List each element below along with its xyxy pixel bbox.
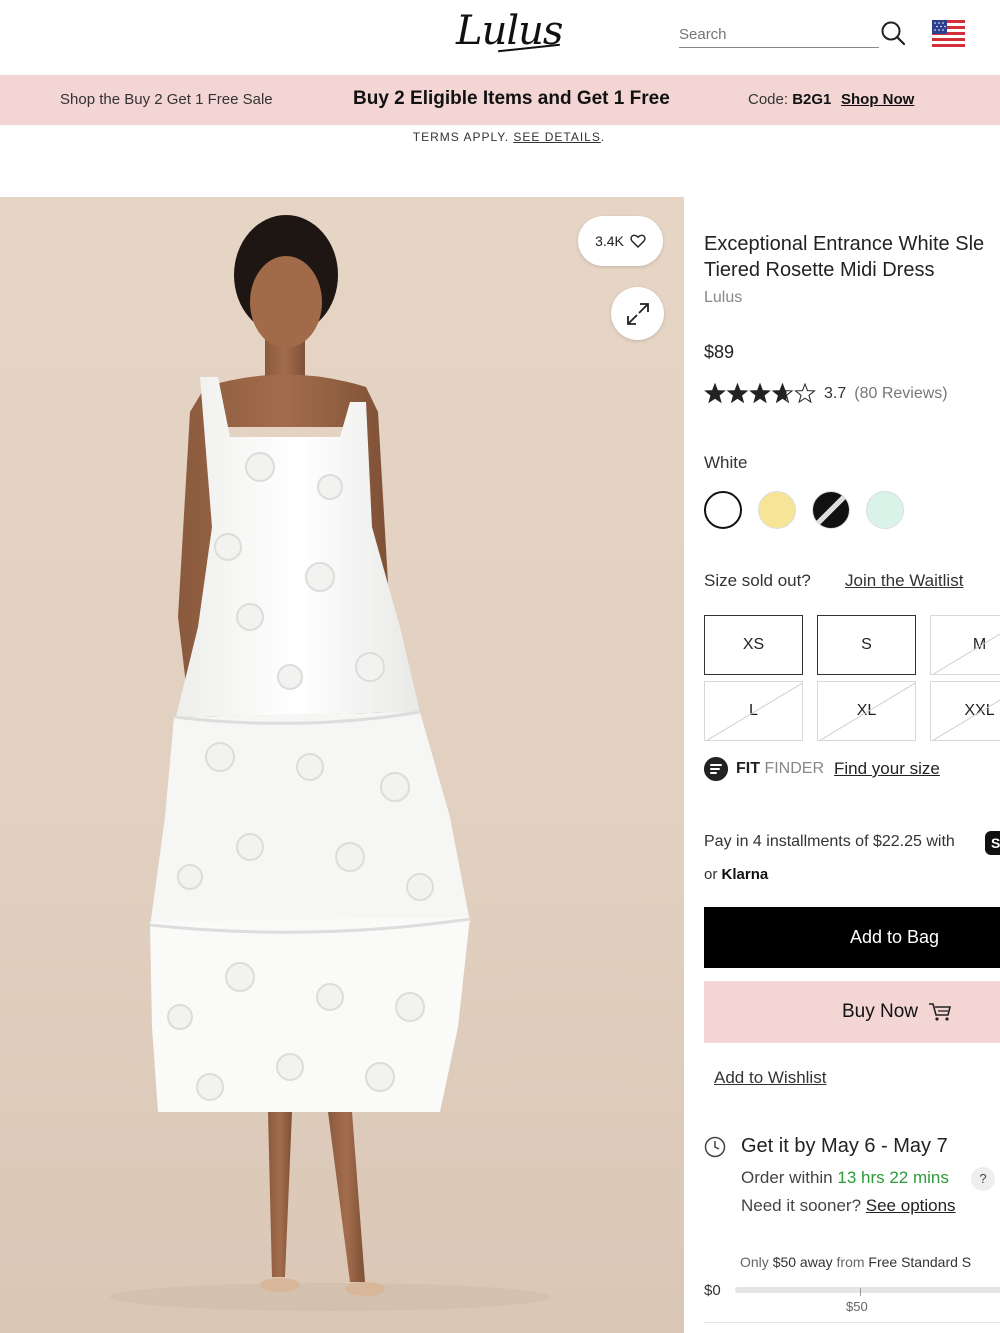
star-2 <box>726 383 749 404</box>
star-1 <box>704 383 726 404</box>
size-option-l[interactable]: L <box>704 681 803 741</box>
expand-icon <box>626 302 649 325</box>
klarna-line[interactable]: or Klarna <box>704 866 768 883</box>
shipping-goal-label: $50 <box>846 1299 868 1314</box>
buy-now-button[interactable]: Buy Now <box>704 981 1000 1043</box>
order-cutoff: Order within 13 hrs 22 mins <box>741 1168 949 1188</box>
fit-finder-icon <box>704 757 728 781</box>
site-header: Lulus <box>0 0 1000 75</box>
color-swatch-yellow[interactable] <box>758 491 796 529</box>
ship-from: from <box>836 1254 865 1270</box>
promo-banner: Shop the Buy 2 Get 1 Free Sale Buy 2 Eli… <box>0 75 1000 125</box>
see-details-link[interactable]: SEE DETAILS <box>513 130 600 144</box>
size-option-s[interactable]: S <box>817 615 916 675</box>
terms-text: TERMS APPLY. <box>412 130 510 144</box>
klarna-logo: Klarna <box>721 866 769 883</box>
shipping-progress-track <box>735 1287 1000 1293</box>
klarna-prefix: or <box>704 866 718 883</box>
search-field[interactable] <box>679 22 879 48</box>
see-options-link[interactable]: See options <box>866 1196 956 1215</box>
star-rating-icon <box>704 383 816 404</box>
delivery-estimate: Get it by May 6 - May 7 <box>741 1135 948 1157</box>
size-label: XL <box>856 702 877 719</box>
shipping-start-label: $0 <box>704 1282 721 1299</box>
color-swatch-mint[interactable] <box>866 491 904 529</box>
color-swatch-white[interactable] <box>704 491 742 529</box>
size-label: L <box>749 702 758 719</box>
ship-free-label: Free Standard S <box>868 1254 972 1270</box>
ship-only: Only <box>740 1254 769 1270</box>
star-4 <box>771 383 794 404</box>
star-3 <box>749 383 771 404</box>
star-5 <box>794 383 816 404</box>
order-time-remaining: 13 hrs 22 mins <box>837 1168 949 1187</box>
promo-headline: Buy 2 Eligible Items and Get 1 Free <box>353 88 670 109</box>
size-option-m[interactable]: M <box>930 615 1000 675</box>
size-label: XXL <box>964 702 995 719</box>
rating-value: 3.7 <box>824 385 847 402</box>
expand-image-button[interactable] <box>611 287 664 340</box>
size-label: XS <box>742 636 765 653</box>
cart-icon <box>929 1003 952 1021</box>
size-option-xs[interactable]: XS <box>704 615 803 675</box>
model-in-dress-illustration <box>110 215 550 1311</box>
search-icon[interactable] <box>880 20 906 46</box>
product-title: Exceptional Entrance White Sle Tiered Ro… <box>704 231 1000 283</box>
promo-code-value: B2G1 <box>792 91 832 108</box>
divider <box>704 1322 1000 1323</box>
rating-summary[interactable]: 3.7 (80 Reviews) <box>704 383 948 405</box>
color-label: White <box>704 453 748 472</box>
installments-text: Pay in 4 installments of $22.25 with <box>704 833 955 850</box>
terms-line: TERMS APPLY. SEE DETAILS. <box>412 130 606 144</box>
us-flag-icon[interactable] <box>932 20 965 47</box>
likes-count: 3.4K <box>595 233 624 249</box>
size-option-xxl[interactable]: XXL <box>930 681 1000 741</box>
product-image[interactable] <box>0 197 684 1333</box>
color-swatch-black[interactable] <box>812 491 850 529</box>
shop-now-link[interactable]: Shop Now <box>841 91 914 108</box>
clock-icon <box>704 1136 726 1158</box>
ship-amount-away: $50 away <box>772 1254 833 1270</box>
join-waitlist-link[interactable]: Join the Waitlist <box>845 571 963 591</box>
add-to-wishlist-link[interactable]: Add to Wishlist <box>714 1068 826 1088</box>
sooner-text: Need it sooner? <box>741 1196 862 1215</box>
product-title-line1: Exceptional Entrance White Sle <box>704 233 985 255</box>
product-price: $89 <box>704 342 735 362</box>
finder-label: FINDER <box>764 760 825 777</box>
need-sooner: Need it sooner? See options <box>741 1196 956 1216</box>
like-button[interactable]: 3.4K <box>578 216 663 266</box>
promo-code: Code: B2G1 <box>748 91 831 108</box>
fit-finder[interactable]: FIT FINDER Find your size <box>704 757 940 781</box>
promo-sale-link[interactable]: Shop the Buy 2 Get 1 Free Sale <box>60 91 273 108</box>
add-to-bag-button[interactable]: Add to Bag <box>704 907 1000 968</box>
search-input[interactable] <box>679 22 869 43</box>
sezzle-badge[interactable]: S <box>985 831 1000 855</box>
heart-icon <box>630 234 646 248</box>
brand-name[interactable]: Lulus <box>704 289 742 307</box>
size-label: S <box>861 636 872 653</box>
size-sold-out-text: Size sold out? <box>704 571 811 590</box>
product-title-line2: Tiered Rosette Midi Dress <box>704 259 935 281</box>
size-label: M <box>972 636 987 653</box>
fit-label: FIT <box>736 760 760 777</box>
reviews-link[interactable]: (80 Reviews) <box>854 385 947 403</box>
help-icon[interactable]: ? <box>971 1167 995 1191</box>
buy-now-label: Buy Now <box>842 1001 919 1022</box>
shipping-goal-tick <box>860 1288 861 1296</box>
size-option-xl[interactable]: XL <box>817 681 916 741</box>
order-prefix: Order within <box>741 1168 833 1187</box>
find-your-size-link[interactable]: Find your size <box>834 759 940 779</box>
promo-code-label: Code: <box>748 91 789 108</box>
free-shipping-message: Only $50 away from Free Standard S <box>740 1254 971 1270</box>
